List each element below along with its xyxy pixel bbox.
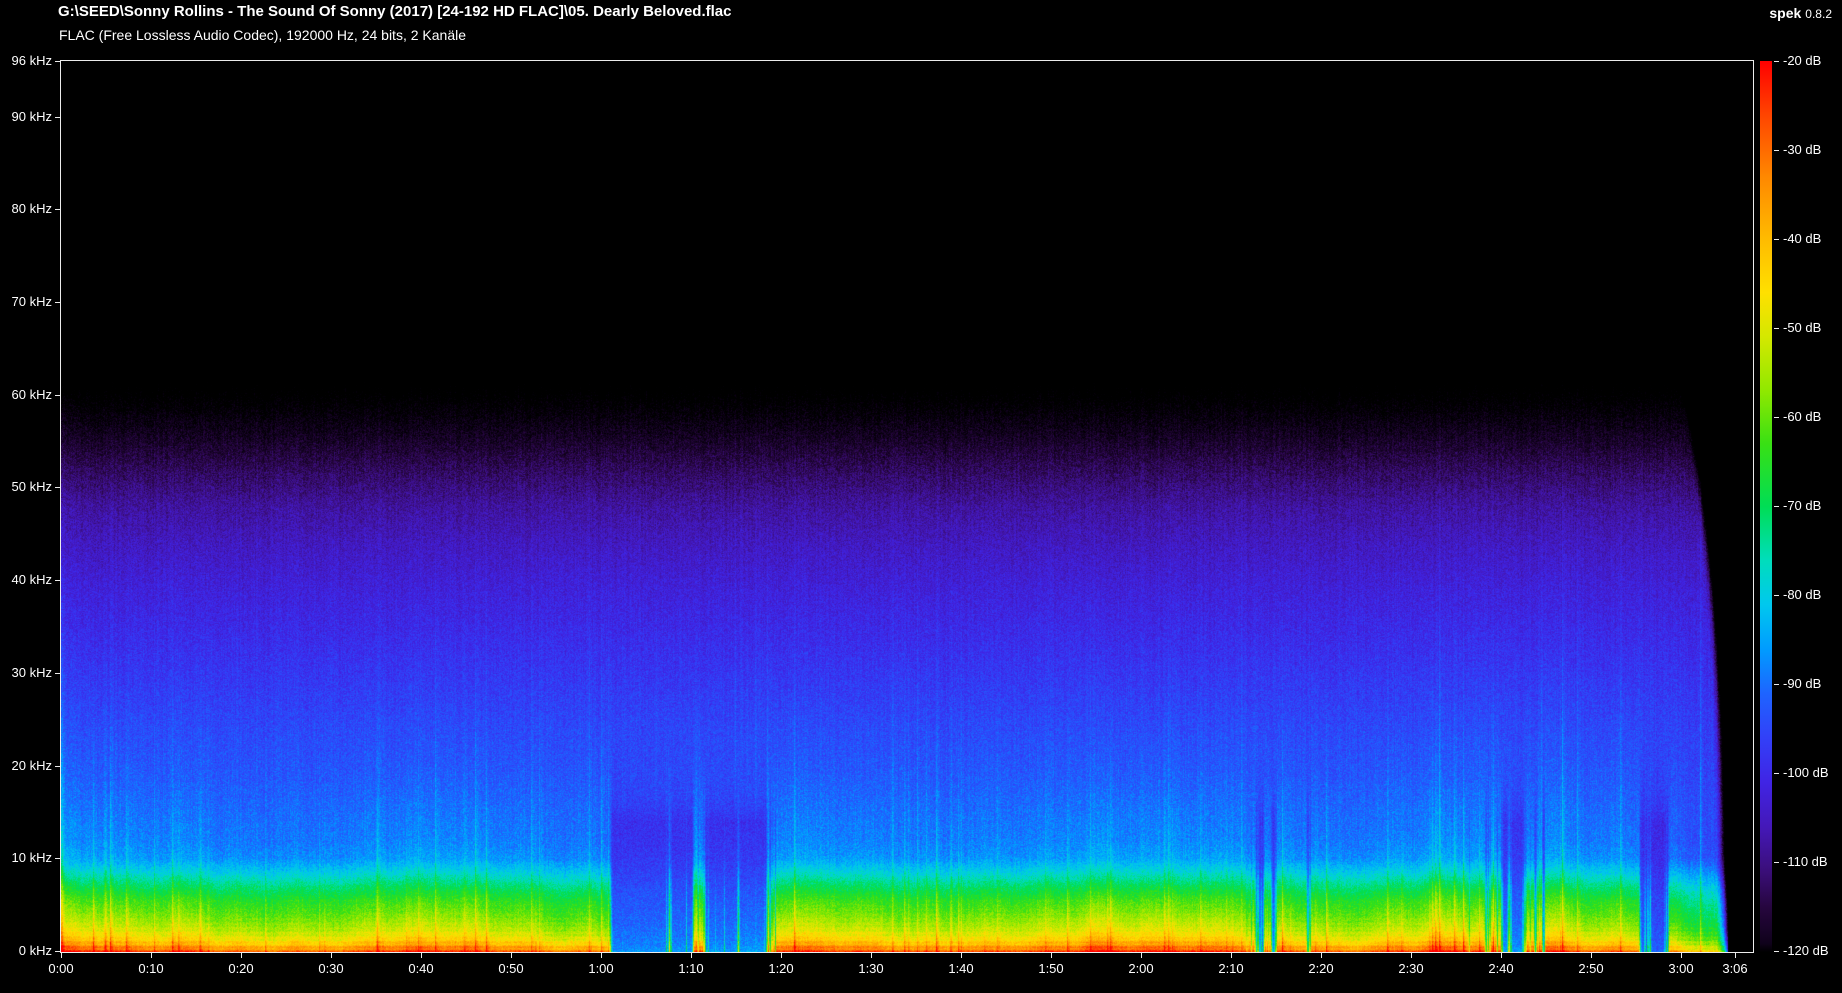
freq-label: 80 kHz [0,201,52,217]
time-label: 2:20 [1291,961,1351,977]
time-label: 3:00 [1651,961,1711,977]
time-label: 0:20 [211,961,271,977]
freq-label: 40 kHz [0,572,52,588]
legend-tick [1774,684,1779,685]
freq-tick [55,302,61,303]
legend-label: -70 dB [1783,498,1841,514]
time-tick [871,953,872,958]
freq-label: 96 kHz [0,53,52,69]
legend-label: -100 dB [1783,765,1841,781]
time-tick [1591,953,1592,958]
time-tick [331,953,332,958]
legend-color-bar [1760,61,1772,952]
time-label: 1:50 [1021,961,1081,977]
freq-tick [55,858,61,859]
app-name: spek [1769,5,1801,21]
time-tick [1321,953,1322,958]
spek-window: { "app": { "name": "spek", "version": "0… [0,0,1842,993]
file-path-title: G:\SEED\Sonny Rollins - The Sound Of Son… [58,3,731,21]
time-tick [1141,953,1142,958]
spectrogram-plot-frame [60,60,1754,953]
legend-tick [1774,417,1779,418]
time-tick [691,953,692,958]
time-label: 2:00 [1111,961,1171,977]
freq-tick [55,209,61,210]
time-label: 1:00 [571,961,631,977]
time-label: 0:00 [31,961,91,977]
time-label: 0:40 [391,961,451,977]
freq-label: 0 kHz [0,943,52,959]
legend-label: -60 dB [1783,409,1841,425]
legend-label: -110 dB [1783,854,1841,870]
legend-tick [1774,61,1779,62]
time-tick [1231,953,1232,958]
time-label: 0:10 [121,961,181,977]
app-badge: spek 0.8.2 [1769,4,1832,22]
time-label: 2:40 [1471,961,1531,977]
time-label: 1:10 [661,961,721,977]
time-label: 2:30 [1381,961,1441,977]
legend-label: -90 dB [1783,676,1841,692]
legend-tick [1774,951,1779,952]
freq-tick [55,487,61,488]
legend-tick [1774,328,1779,329]
legend-tick [1774,773,1779,774]
time-tick [1735,953,1736,958]
spectrogram-canvas [61,61,1753,952]
legend-label: -80 dB [1783,587,1841,603]
time-tick [421,953,422,958]
freq-label: 20 kHz [0,758,52,774]
freq-tick [55,580,61,581]
freq-tick [55,766,61,767]
time-tick [151,953,152,958]
time-label: 1:20 [751,961,811,977]
time-label: 1:30 [841,961,901,977]
time-label: 0:50 [481,961,541,977]
freq-label: 50 kHz [0,479,52,495]
legend-label: -20 dB [1783,53,1841,69]
freq-label: 90 kHz [0,109,52,125]
legend-label: -120 dB [1783,943,1841,959]
time-tick [1051,953,1052,958]
time-tick [781,953,782,958]
legend-label: -30 dB [1783,142,1841,158]
time-tick [1411,953,1412,958]
legend-tick [1774,862,1779,863]
legend-label: -50 dB [1783,320,1841,336]
legend-tick [1774,595,1779,596]
time-tick [61,953,62,958]
freq-tick [55,951,61,952]
freq-tick [55,395,61,396]
app-version: 0.8.2 [1805,7,1832,21]
time-tick [511,953,512,958]
time-label: 2:10 [1201,961,1261,977]
time-label: 0:30 [301,961,361,977]
time-tick [241,953,242,958]
time-tick [1501,953,1502,958]
freq-label: 30 kHz [0,665,52,681]
legend-tick [1774,150,1779,151]
freq-tick [55,117,61,118]
time-tick [601,953,602,958]
time-label: 1:40 [931,961,991,977]
legend-tick [1774,506,1779,507]
legend-tick [1774,239,1779,240]
freq-label: 60 kHz [0,387,52,403]
time-tick [1681,953,1682,958]
freq-label: 10 kHz [0,850,52,866]
time-tick [961,953,962,958]
time-label: 2:50 [1561,961,1621,977]
freq-label: 70 kHz [0,294,52,310]
file-format-info: FLAC (Free Lossless Audio Codec), 192000… [59,27,466,44]
freq-tick [55,673,61,674]
freq-tick [55,61,61,62]
time-label: 3:06 [1705,961,1765,977]
legend-label: -40 dB [1783,231,1841,247]
